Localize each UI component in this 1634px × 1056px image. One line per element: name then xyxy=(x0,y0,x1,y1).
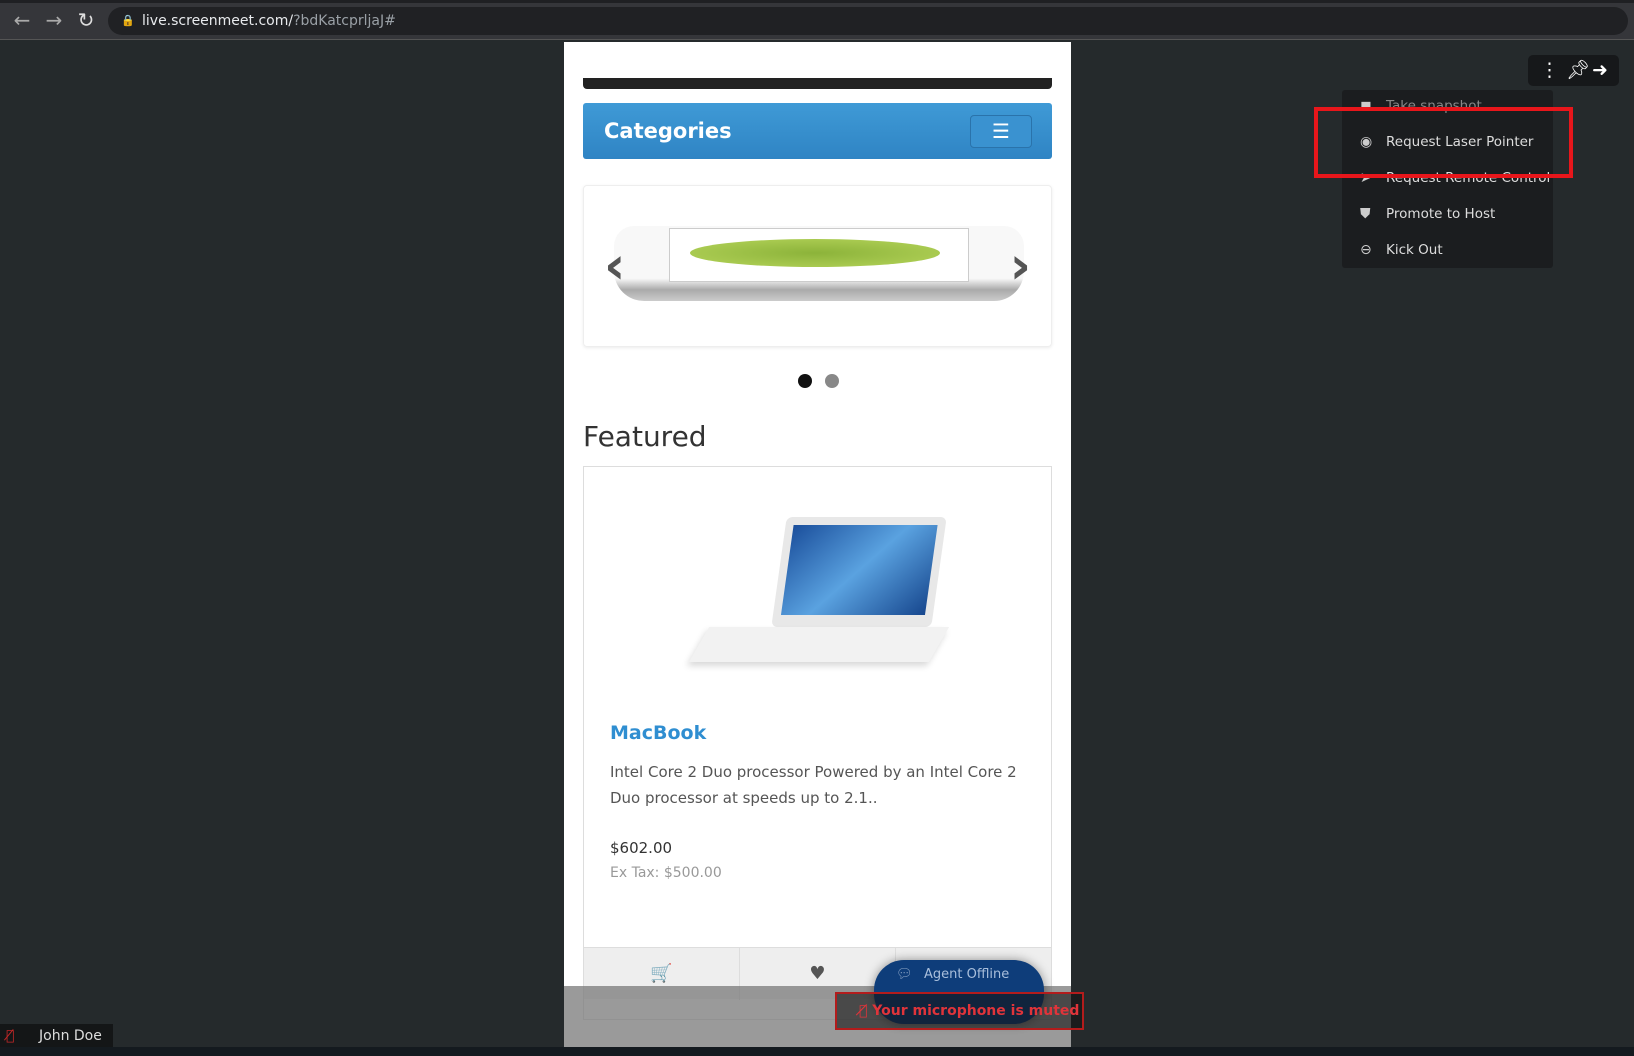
shield-icon: ⛊ xyxy=(1360,206,1371,222)
carousel: ‹ › xyxy=(583,185,1052,347)
shared-screen: Categories ☰ ‹ › Featured MacBook Intel … xyxy=(564,42,1071,1047)
product-title[interactable]: MacBook xyxy=(610,722,706,744)
back-icon[interactable]: ← xyxy=(10,8,34,32)
menu-item-label: Kick Out xyxy=(1386,242,1443,258)
address-bar[interactable]: 🔒 live.screenmeet.com/?bdKatcprljaJ# xyxy=(108,7,1628,35)
participant-badge: 🎙̸ John Doe xyxy=(0,1024,113,1048)
url-query: ?bdKatcprljaJ# xyxy=(293,13,396,29)
menu-item-promote-to-host[interactable]: ⛊ Promote to Host xyxy=(1360,204,1495,224)
macbook-image[interactable] xyxy=(688,517,950,667)
carousel-dot[interactable] xyxy=(825,374,839,388)
mute-notice: 🎙̸ Your microphone is muted xyxy=(835,992,1084,1030)
chat-icon: 💬︎ xyxy=(896,967,913,982)
product-ex-tax: Ex Tax: $500.00 xyxy=(610,865,722,881)
carousel-dot[interactable] xyxy=(798,374,812,388)
phone-image xyxy=(614,226,1024,301)
tab-strip xyxy=(0,0,1634,3)
url-host: live.screenmeet.com/ xyxy=(142,13,294,29)
minus-circle-icon: ⊖ xyxy=(1360,242,1372,258)
reload-icon[interactable]: ↻ xyxy=(74,8,98,32)
mic-muted-icon: 🎙̸ xyxy=(6,1028,15,1044)
cart-icon: 🛒 xyxy=(650,963,673,984)
menu-toggle-button[interactable]: ☰ xyxy=(970,115,1032,148)
product-description: Intel Core 2 Duo processor Powered by an… xyxy=(610,763,1017,807)
forward-icon[interactable]: → xyxy=(42,8,66,32)
session-toolbar: ⋮ 📌︎ ➜ xyxy=(1528,55,1619,86)
categories-label: Categories xyxy=(604,119,732,143)
pin-icon[interactable]: 📌︎ xyxy=(1566,55,1590,86)
heart-icon: ♥ xyxy=(809,963,826,984)
header-bar xyxy=(583,78,1052,89)
carousel-prev-icon[interactable]: ‹ xyxy=(604,236,625,296)
highlight-box xyxy=(1314,107,1573,178)
featured-heading: Featured xyxy=(583,420,707,453)
carousel-next-icon[interactable]: › xyxy=(1010,236,1031,296)
carousel-pagination xyxy=(798,373,852,392)
participant-name: John Doe xyxy=(39,1028,102,1044)
product-price: $602.00 xyxy=(610,839,673,857)
bottom-bar xyxy=(0,1047,1634,1056)
menu-item-kick-out[interactable]: ⊖ Kick Out xyxy=(1360,240,1443,260)
product-card: MacBook Intel Core 2 Duo processor Power… xyxy=(583,466,1052,1020)
mute-notice-text: Your microphone is muted xyxy=(872,1003,1080,1019)
agent-label: Agent Offline xyxy=(924,967,1010,982)
browser-toolbar: ← → ↻ 🔒 live.screenmeet.com/?bdKatcprlja… xyxy=(0,0,1634,40)
arrow-right-icon[interactable]: ➜ xyxy=(1592,55,1608,86)
more-options-icon[interactable]: ⋮ xyxy=(1540,55,1559,86)
lock-icon: 🔒 xyxy=(121,14,135,27)
mic-muted-icon: 🎙̸ xyxy=(859,1003,868,1019)
menu-item-label: Promote to Host xyxy=(1386,206,1496,222)
hamburger-icon: ☰ xyxy=(992,119,1010,143)
categories-bar: Categories ☰ xyxy=(583,103,1052,159)
